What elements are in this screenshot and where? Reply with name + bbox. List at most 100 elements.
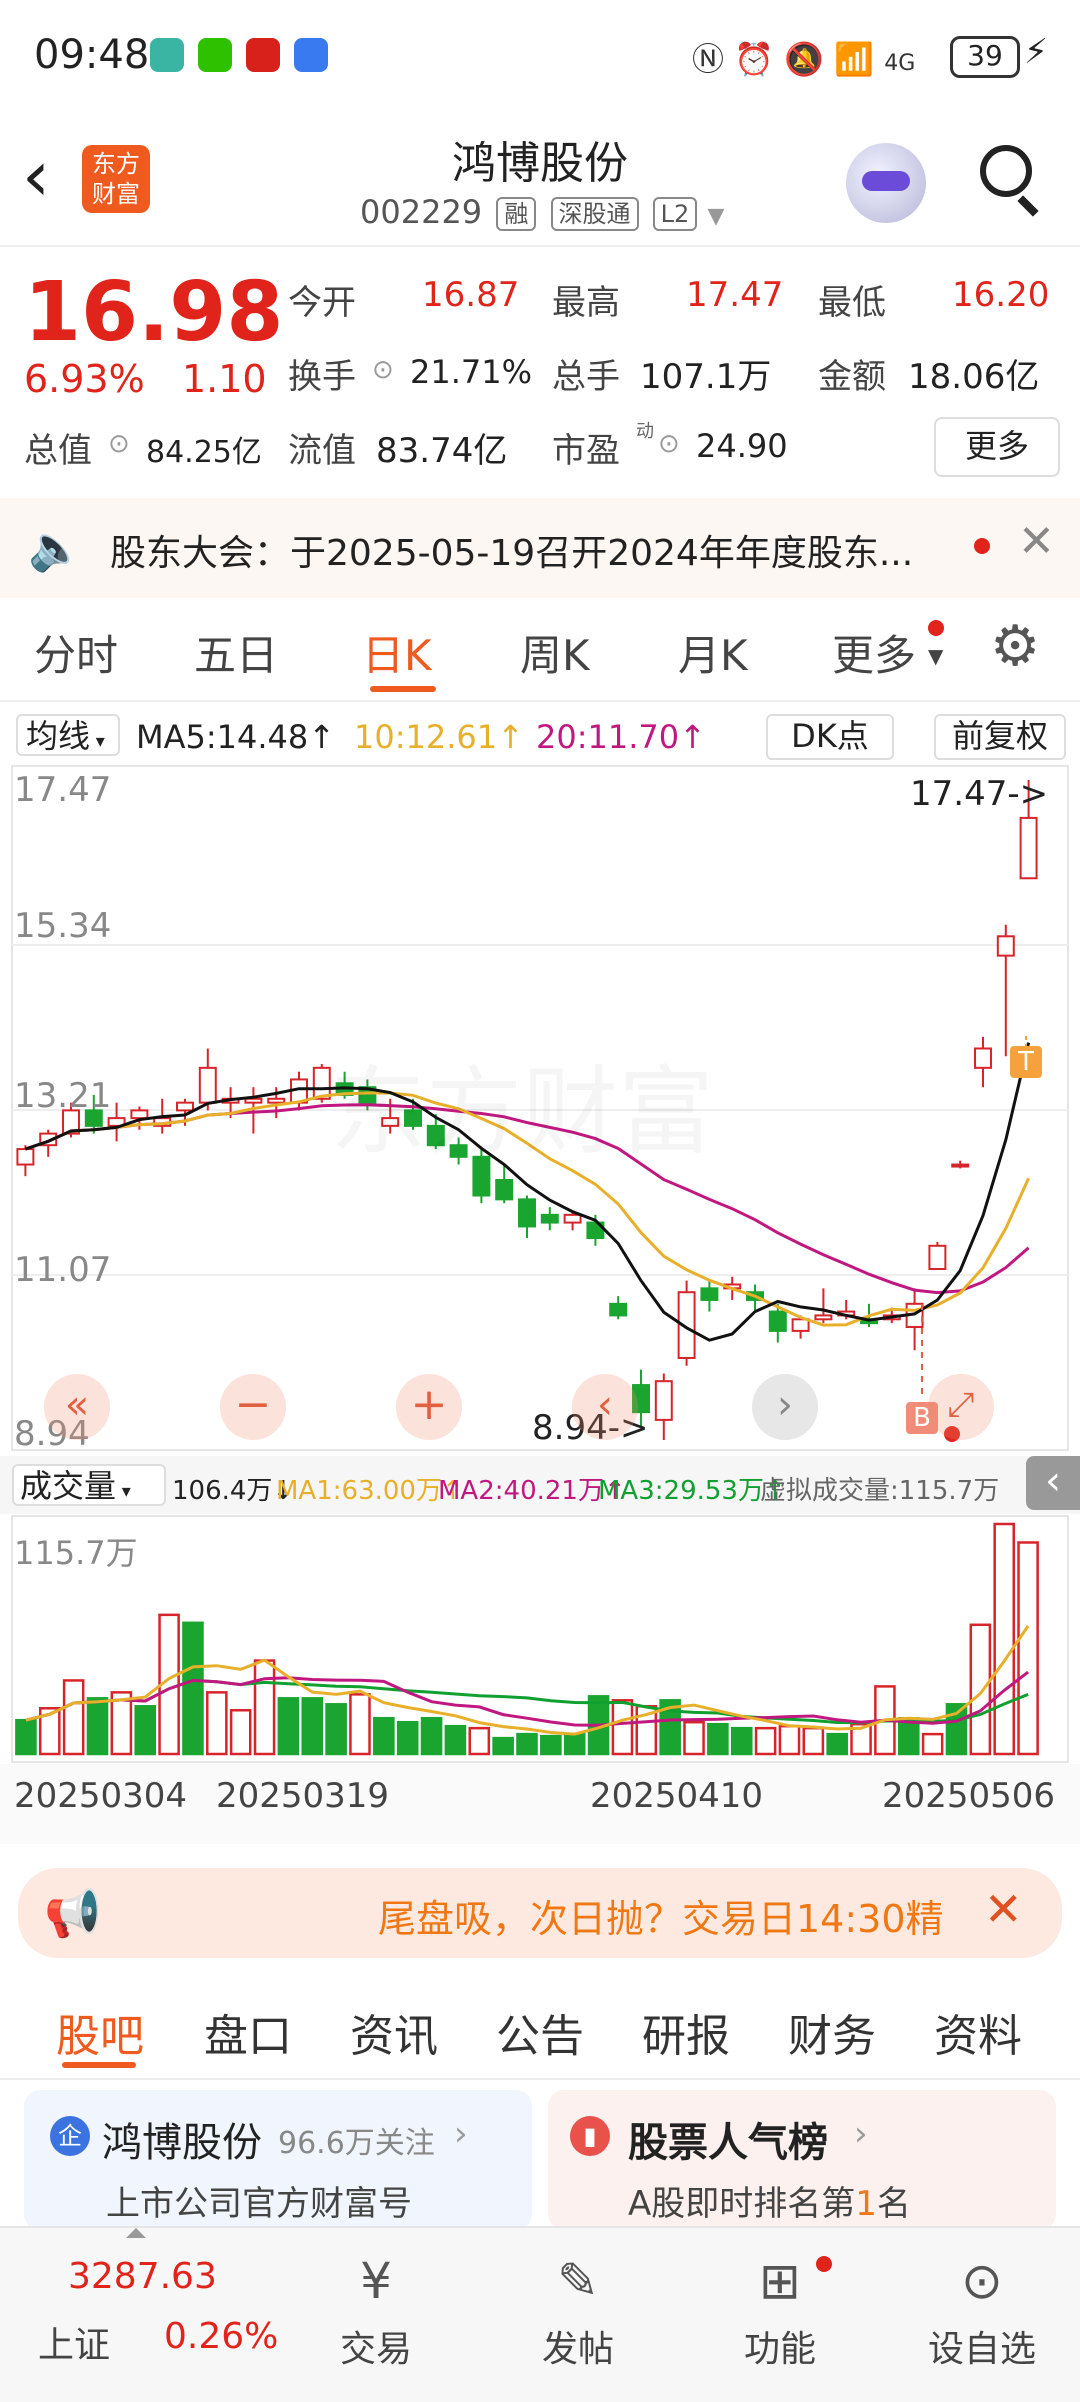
tab-news[interactable]: 资讯 [350,2000,438,2064]
edit-icon: ✎ [557,2252,599,2310]
tab-five-day[interactable]: 五日 [194,622,278,683]
info-icon[interactable]: ⊙ [372,355,394,385]
volume-bar [420,1716,443,1756]
nav-post[interactable]: ✎ 发帖 [508,2252,648,2372]
nfc-icon: Ⓝ [692,40,725,78]
level2-tag: L2 [652,197,698,231]
volume-bar [229,1709,252,1756]
adjust-button[interactable]: 前复权 [934,714,1066,760]
index-value[interactable]: 3287.63 [68,2256,217,2297]
ma5-value: MA5:14.48↑ [136,718,336,756]
search-icon[interactable] [980,145,1032,197]
volume-ma3: MA3:29.53万↑ [598,1476,786,1506]
unread-dot [816,2256,832,2272]
notice-bar[interactable]: 🔈 股东大会：于2025-05-19召开2024年年度股东... ✕ [0,498,1080,598]
candle-body [791,1318,810,1332]
volume-bar [62,1679,85,1756]
market-cap-label: 总值 [24,431,92,471]
candle-body [974,1047,992,1069]
scroll-left-button[interactable]: ‹ [572,1374,638,1440]
kline-chart[interactable]: 17.47 15.34 13.21 11.07 8.94 东方财富 17.47-… [0,764,1080,1454]
volume-bar [778,1724,801,1756]
close-icon[interactable]: ✕ [1018,516,1055,567]
open-label: 今开 [288,283,356,323]
amount-value: 18.06亿 [908,357,1040,397]
t-marker[interactable]: T [1010,1046,1042,1078]
candle-body [928,1244,947,1271]
signal-icon: 4G [884,51,916,76]
collapse-panel-button[interactable]: ‹ [1026,1456,1080,1510]
eastmoney-logo[interactable]: 东方财富 [82,145,150,213]
gear-icon[interactable]: ⚙ [990,614,1040,679]
open-value: 16.87 [422,275,520,315]
candle-body [244,1097,263,1104]
unread-dot [928,620,944,636]
float-cap-label: 流值 [288,431,356,471]
float-cap-value: 83.74亿 [376,431,508,471]
nav-add-watchlist-label: 设自选 [927,2329,1036,2370]
tab-more[interactable]: 更多 [832,622,916,683]
volume-bar [206,1691,228,1756]
expand-caret-icon[interactable] [126,2228,146,2238]
dropdown-caret-icon[interactable]: ▼ [707,204,724,229]
nav-functions[interactable]: ⊞ 功能 [710,2252,850,2372]
volume-selector[interactable]: 成交量 ▾ [12,1464,166,1506]
index-name[interactable]: 上证 [38,2316,110,2368]
info-icon[interactable]: ⊙ [658,429,680,459]
ma-selector[interactable]: 均线 ▾ [16,714,120,756]
candle-body [768,1310,787,1332]
robot-assistant-icon[interactable] [846,143,926,223]
candle-body [951,1163,970,1168]
search-icon-handle [1017,195,1039,217]
more-circle-icon: ⊙ [961,2252,1003,2310]
volume-chart[interactable]: 115.7万 [0,1514,1080,1764]
pe-label: 市盈 [552,431,620,471]
candle-body [176,1101,194,1112]
nav-trade[interactable]: ¥ 交易 [306,2252,446,2372]
zoom-in-button[interactable]: + [396,1374,462,1440]
official-account-card[interactable]: 企 鸿博股份 96.6万关注 › 上市公司官方财富号 [24,2090,532,2230]
market-cap-value: 84.25亿 [146,435,262,470]
volume-bar [349,1693,371,1756]
more-button[interactable]: 更多 [934,417,1060,477]
dk-point-button[interactable]: DK点 [766,714,894,760]
candle-body [563,1213,582,1224]
rank-prefix: A股即时排名第 [628,2184,856,2224]
tab-intraday[interactable]: 分时 [34,622,118,683]
zoom-out-button[interactable]: − [220,1374,286,1440]
tab-daily-k[interactable]: 日K [362,622,432,683]
tab-announcements[interactable]: 公告 [496,2000,584,2064]
info-cards: 企 鸿博股份 96.6万关注 › 上市公司官方财富号 ▮ 股票人气榜 › A股即… [0,2090,1080,2230]
tab-monthly-k[interactable]: 月K [678,622,748,683]
volume-bar [468,1726,491,1756]
stock-name: 鸿博股份 [452,138,628,189]
tab-weekly-k[interactable]: 周K [520,622,590,683]
popularity-card[interactable]: ▮ 股票人气榜 › A股即时排名第1名 [548,2090,1056,2230]
high-value: 17.47 [686,275,784,315]
chevron-right-icon: › [854,2114,868,2154]
tab-order-book[interactable]: 盘口 [204,2000,292,2064]
volume-bar [516,1732,538,1756]
info-icon[interactable]: ⊙ [108,429,130,459]
index-change[interactable]: 0.26% [164,2316,278,2357]
tab-research[interactable]: 研报 [642,2000,730,2064]
company-icon: 企 [50,2116,90,2156]
promo-banner[interactable]: 📢 尾盘吸，次日抛？交易日14:30精 ✕ [18,1868,1062,1958]
battery-icon: 39 [950,36,1020,78]
candle-body [518,1198,536,1228]
candle-body [1019,816,1038,880]
back-button[interactable]: ‹ [22,141,62,211]
fullscreen-icon[interactable]: ⤢ [928,1374,994,1440]
tab-finance[interactable]: 财务 [788,2000,876,2064]
tab-guba[interactable]: 股吧 [56,2000,144,2064]
news-app-icon [246,38,280,72]
candle-body [495,1179,514,1201]
scroll-right-button[interactable]: › [752,1374,818,1440]
y-axis-label: 17.47 [14,770,112,810]
nav-add-watchlist[interactable]: ⊙ 设自选 [912,2252,1052,2372]
scroll-left-fast-button[interactable]: « [44,1374,110,1440]
card-title: 鸿博股份 [102,2120,262,2166]
low-label: 最低 [818,283,886,323]
tab-profile[interactable]: 资料 [934,2000,1022,2064]
close-icon[interactable]: ✕ [984,1882,1023,1936]
